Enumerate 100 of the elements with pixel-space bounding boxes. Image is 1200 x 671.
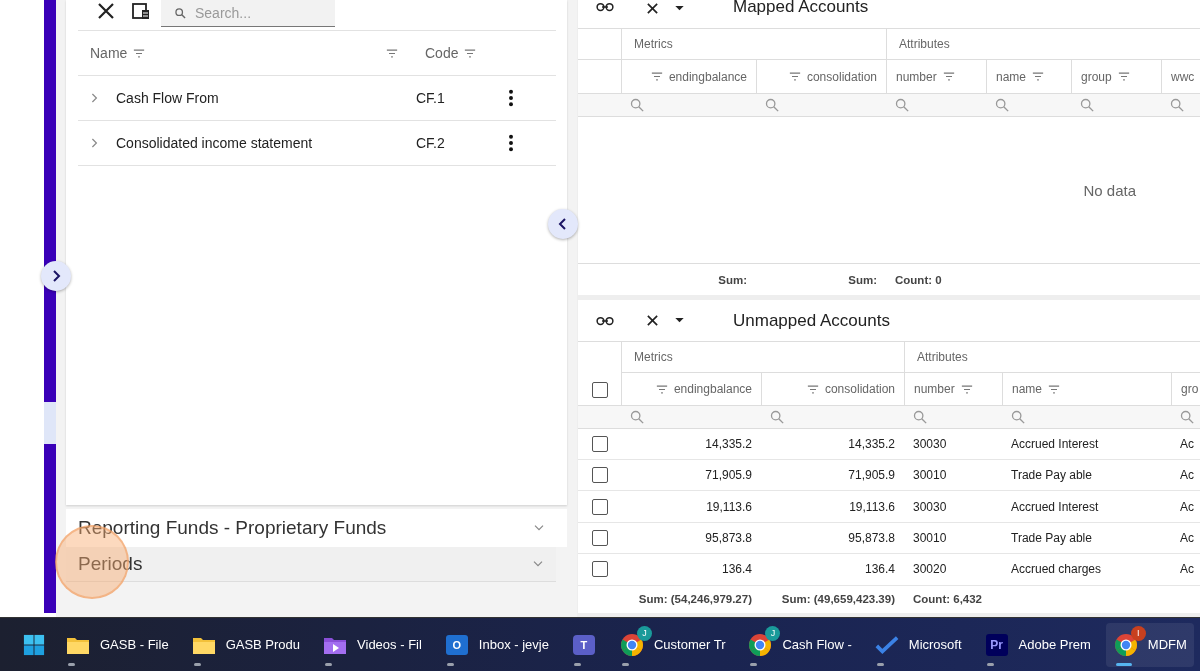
row-checkbox[interactable]	[591, 435, 608, 452]
code-text: CF.2	[416, 135, 446, 151]
expand-icon[interactable]	[90, 92, 98, 104]
search-icon[interactable]	[913, 409, 927, 424]
taskbar-item[interactable]: GASB Produ	[183, 622, 308, 667]
expand-icon[interactable]	[90, 137, 98, 149]
taskbar-item[interactable]: J Cash Flow -	[740, 622, 859, 667]
close-icon[interactable]	[96, 1, 116, 21]
filter-icon[interactable]	[1117, 72, 1130, 81]
search-icon[interactable]	[995, 98, 1009, 112]
profile-badge: J	[765, 625, 781, 641]
table-cell: 30010	[913, 531, 947, 545]
search-icon[interactable]	[1080, 98, 1094, 112]
filter-icon[interactable]	[788, 72, 801, 81]
table-cell: 95,873.8	[705, 531, 752, 545]
taskbar-item[interactable]: J Customer Tr	[611, 622, 733, 667]
group-header: Attributes	[899, 37, 950, 51]
table-cell: 14,335.2	[705, 436, 752, 451]
column-header[interactable]: Name	[90, 45, 128, 61]
search-icon[interactable]	[895, 98, 909, 112]
search-icon[interactable]	[630, 98, 644, 112]
select-all-checkbox[interactable]	[591, 382, 608, 399]
group-header: Metrics	[634, 37, 673, 51]
column-header[interactable]: endingbalance	[673, 382, 752, 397]
summary-text: Sum: (54,246,979.27)	[638, 593, 752, 606]
link-icon[interactable]	[596, 2, 614, 12]
summary-text: Sum: (49,659,423.39)	[781, 593, 895, 606]
group-header: Attributes	[917, 350, 968, 365]
summary-text: Count: 6,432	[913, 593, 982, 606]
link-icon[interactable]	[596, 315, 614, 326]
column-header[interactable]: endingbalance	[668, 69, 747, 84]
search-icon[interactable]	[1170, 98, 1184, 112]
column-header[interactable]: number	[896, 69, 937, 84]
close-icon[interactable]	[646, 2, 659, 15]
taskbar-item[interactable]: Videos - Fil	[315, 622, 429, 667]
search-icon[interactable]	[1011, 409, 1025, 424]
taskbar-item[interactable]: O Inbox - jevje	[436, 622, 556, 667]
taskbar-item[interactable]: T	[563, 622, 604, 667]
tree-item[interactable]: Consolidated income statement	[116, 135, 416, 151]
column-header[interactable]: gro	[1181, 382, 1199, 397]
tree-item[interactable]: Cash Flow From	[116, 90, 416, 106]
profile-badge: J	[636, 625, 652, 641]
column-header[interactable]: name	[1012, 382, 1043, 397]
taskbar-item[interactable]: Pr Adobe Prem	[976, 622, 1098, 667]
table-cell: Ac	[1180, 499, 1194, 514]
close-icon[interactable]	[646, 314, 659, 328]
filter-icon[interactable]	[1048, 384, 1061, 394]
filter-icon[interactable]	[133, 48, 146, 58]
caret-icon[interactable]	[675, 318, 684, 324]
column-header[interactable]: name	[996, 69, 1027, 84]
row-checkbox[interactable]	[591, 561, 608, 578]
expand-button[interactable]	[41, 261, 71, 291]
row-checkbox[interactable]	[591, 530, 608, 546]
summary-text: Sum:	[848, 273, 877, 286]
accordion-header[interactable]: Reporting Funds - Proprietary Funds	[66, 509, 567, 547]
row-checkbox[interactable]	[591, 467, 608, 484]
search-icon[interactable]	[765, 98, 779, 112]
panel-title: Unmapped Accounts	[733, 310, 890, 331]
filter-icon[interactable]	[650, 72, 663, 81]
filter-icon[interactable]	[1032, 72, 1045, 81]
column-header[interactable]: wwc	[1171, 69, 1195, 84]
chat-icon: T	[572, 634, 595, 655]
search-field[interactable]: Search...	[161, 0, 335, 27]
more-icon[interactable]	[508, 134, 514, 152]
table-cell: 30020	[913, 562, 947, 577]
column-header[interactable]: consolidation	[806, 69, 877, 84]
column-header[interactable]: group	[1081, 69, 1112, 84]
group-header: Metrics	[634, 350, 673, 365]
filter-icon[interactable]	[386, 48, 398, 58]
taskbar-item[interactable]: I MDFM	[1105, 622, 1194, 667]
code-text: CF.1	[416, 90, 446, 106]
filter-icon[interactable]	[942, 72, 955, 81]
caret-icon[interactable]	[675, 6, 684, 11]
browser-icon	[748, 632, 773, 657]
filter-icon[interactable]	[960, 384, 973, 394]
table-cell: 30010	[913, 468, 947, 483]
chevron-icon	[533, 524, 545, 532]
table-cell: Trade Pay able	[1011, 531, 1092, 545]
filter-icon[interactable]	[655, 384, 668, 394]
taskbar-item[interactable]: Microsoft	[866, 622, 969, 667]
column-header[interactable]: number	[914, 382, 955, 397]
empty-message: No data	[1083, 181, 1136, 199]
search-icon[interactable]	[1180, 409, 1194, 424]
table-cell: Accrued Interest	[1011, 436, 1099, 451]
search-icon[interactable]	[770, 409, 784, 424]
column-header[interactable]: consolidation	[824, 382, 895, 397]
taskbar-item[interactable]: GASB - File	[58, 622, 176, 667]
chevron-icon	[532, 560, 544, 568]
device-list-icon[interactable]	[131, 1, 151, 21]
chevron-icon	[558, 217, 568, 231]
filter-icon[interactable]	[806, 384, 819, 394]
row-checkbox[interactable]	[591, 498, 608, 515]
chevron-icon	[51, 269, 61, 283]
table-cell: Ac	[1180, 562, 1194, 577]
table-cell: Accrued charges	[1011, 562, 1102, 577]
more-icon[interactable]	[508, 89, 514, 107]
column-header[interactable]: Code	[425, 45, 459, 61]
filter-icon[interactable]	[464, 48, 477, 58]
table-cell: 30030	[913, 499, 947, 514]
search-icon[interactable]	[630, 409, 644, 424]
